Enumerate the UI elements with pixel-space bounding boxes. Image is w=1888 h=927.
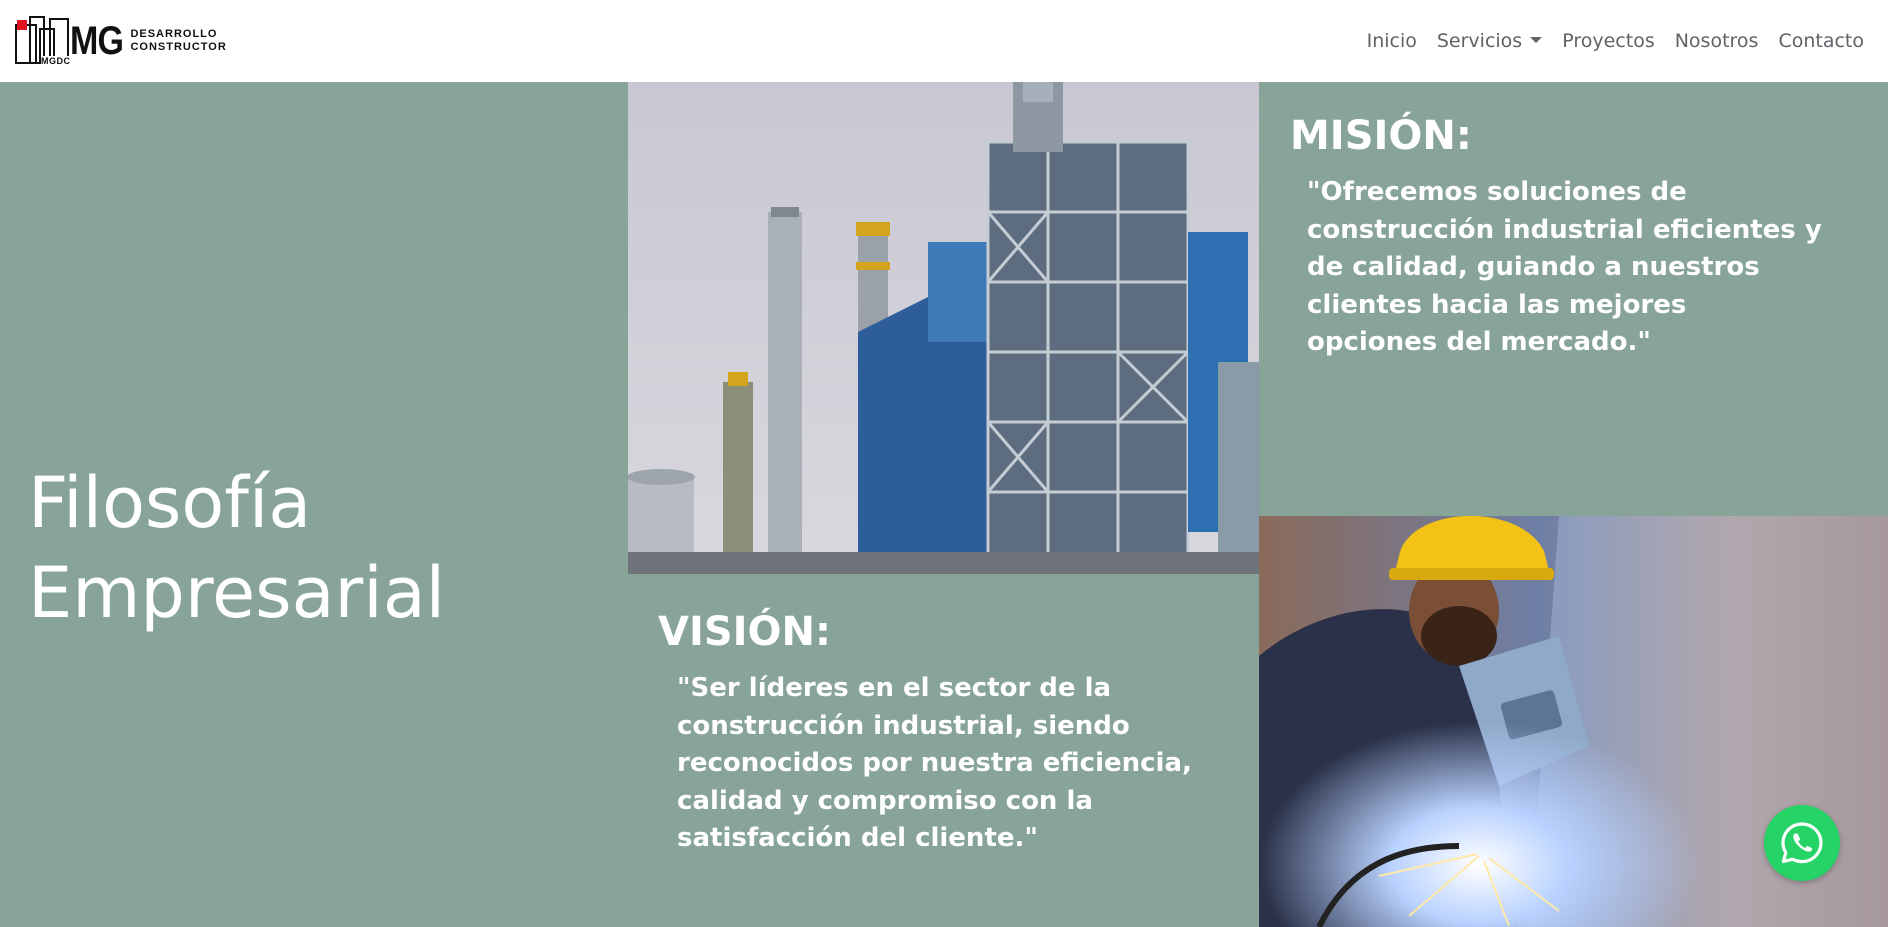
vision-heading: VISIÓN: bbox=[658, 609, 832, 655]
industrial-refinery-photo bbox=[628, 82, 1259, 574]
logo-mark-icon: MGDC bbox=[14, 15, 71, 67]
logo-letters: MGDC bbox=[41, 56, 71, 66]
nav-item-inicio[interactable]: Inicio bbox=[1357, 30, 1427, 52]
nav-item-proyectos[interactable]: Proyectos bbox=[1552, 30, 1665, 52]
brand-name-mark: MG bbox=[70, 19, 124, 63]
nav-menu: Inicio Servicios Proyectos Nosotros Cont… bbox=[1357, 30, 1874, 52]
brand-subtitle-line-1: DESARROLLO bbox=[130, 28, 218, 40]
section-title: Filosofía Empresarial bbox=[28, 462, 446, 634]
whatsapp-button[interactable] bbox=[1764, 805, 1840, 881]
philosophy-title-panel: Filosofía Empresarial bbox=[0, 82, 628, 927]
nav-item-nosotros[interactable]: Nosotros bbox=[1665, 30, 1769, 52]
caret-down-icon bbox=[1530, 37, 1543, 43]
nav-item-servicios[interactable]: Servicios bbox=[1427, 30, 1552, 52]
brand-subtitle-line-2: CONSTRUCTOR bbox=[130, 41, 227, 53]
brand-subtitle: DESARROLLO CONSTRUCTOR bbox=[130, 28, 226, 54]
brand-logo[interactable]: MGDC MG DESARROLLO CONSTRUCTOR bbox=[14, 15, 227, 67]
vision-text: "Ser líderes en el sector de la construc… bbox=[677, 673, 1192, 853]
navbar: MGDC MG DESARROLLO CONSTRUCTOR Inicio Se… bbox=[0, 0, 1888, 82]
mission-text: "Ofrecemos soluciones de construcción in… bbox=[1307, 177, 1822, 357]
nav-item-servicios-label: Servicios bbox=[1436, 30, 1523, 52]
philosophy-section: Filosofía Empresarial MISIÓN: "Ofrecemos… bbox=[0, 82, 1888, 927]
whatsapp-icon bbox=[1781, 822, 1823, 864]
mission-heading: MISIÓN: bbox=[1290, 113, 1472, 159]
nav-item-contacto[interactable]: Contacto bbox=[1768, 30, 1874, 52]
